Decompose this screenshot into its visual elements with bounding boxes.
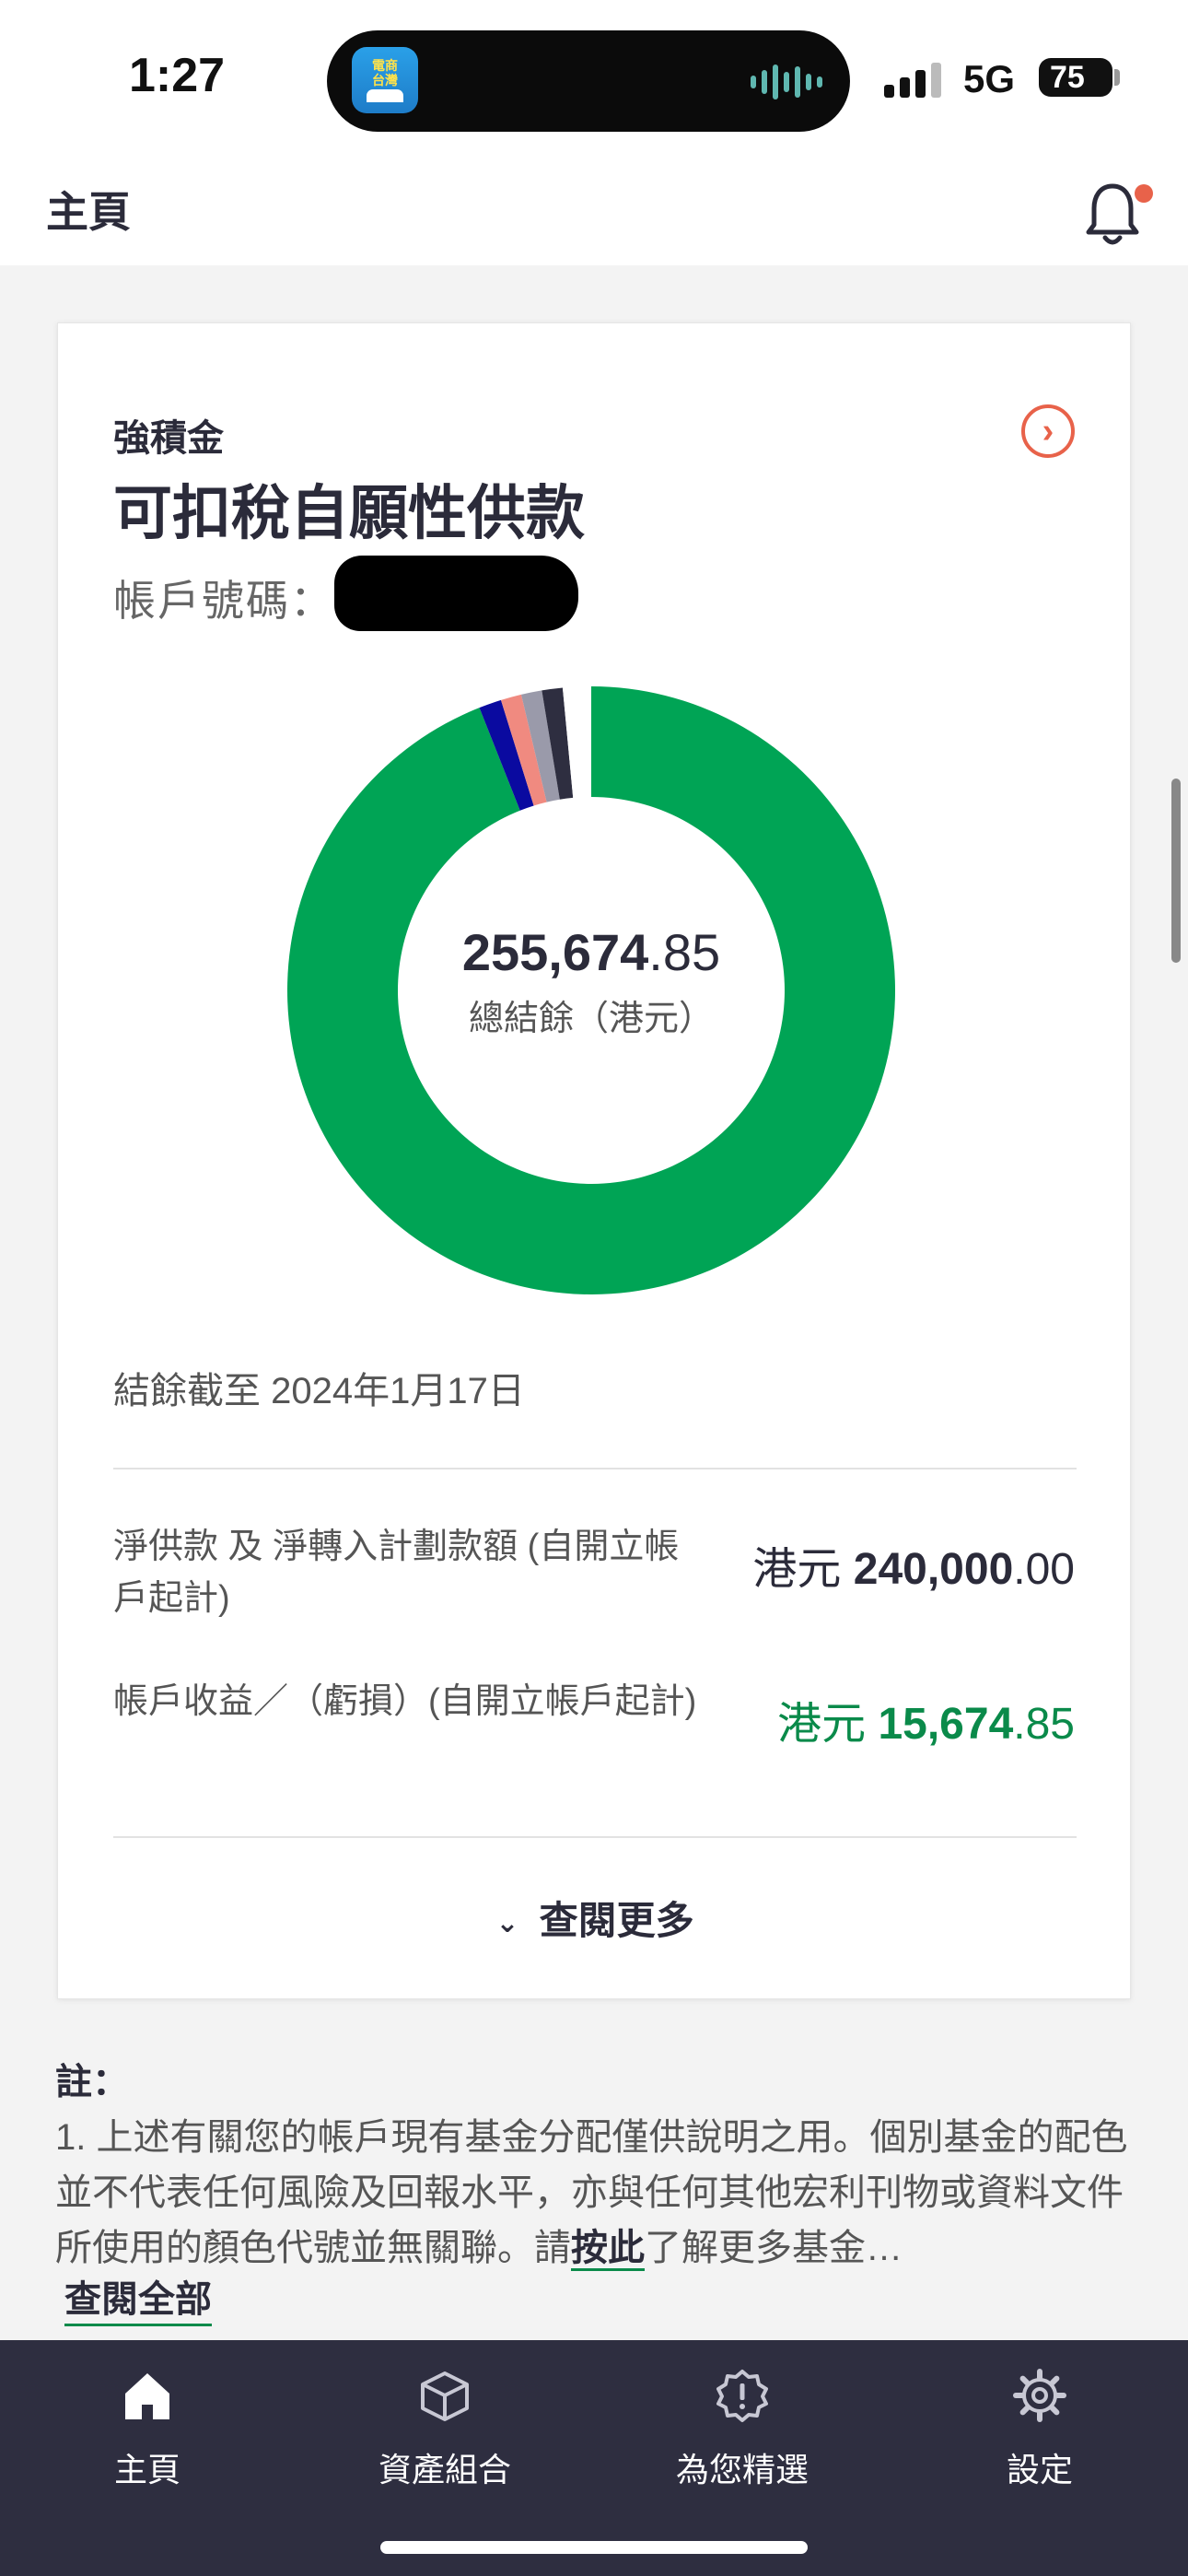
audio-wave-icon: [751, 64, 822, 100]
page-title: 主頁: [46, 188, 131, 236]
account-gain-label: 帳戶收益／（虧損）(自開立帳戶起計): [113, 1682, 697, 1721]
home-indicator[interactable]: [380, 2541, 808, 2554]
net-contribution-value: 港元 240,000.00: [752, 1532, 1075, 1597]
notes-title: 註：: [55, 2062, 129, 2102]
nav-label-home: 主頁: [113, 2451, 181, 2488]
scrollbar[interactable]: [1171, 779, 1181, 963]
cellular-signal-icon: [884, 63, 941, 98]
mpf-account-card[interactable]: 強積金 › 可扣稅自願性供款 帳戶號碼： 255,674.85 總結餘（港元） …: [57, 322, 1131, 1999]
nav-item-settings[interactable]: 設定: [925, 2368, 1155, 2491]
nav-item-portfolio[interactable]: 資產組合: [330, 2368, 560, 2491]
nav-item-home[interactable]: 主頁: [32, 2368, 262, 2491]
divider: [113, 1468, 1077, 1469]
net-contribution-currency: 港元: [752, 1545, 854, 1594]
net-contribution-dec: .00: [1013, 1545, 1075, 1594]
nav-label-for-you: 為您精選: [675, 2451, 809, 2488]
account-gain-value: 港元 15,674.85: [777, 1687, 1075, 1751]
total-balance-int: 255,674: [461, 923, 649, 981]
divider: [113, 1836, 1077, 1838]
view-more-label: 查閱更多: [539, 1899, 694, 1942]
net-contribution-label: 淨供款 及 淨轉入計劃款額 (自開立帳戶起計): [113, 1528, 680, 1618]
network-type: 5G: [963, 57, 1016, 100]
account-number-label: 帳戶號碼：: [113, 577, 334, 625]
chevron-right-circle-icon[interactable]: ›: [1021, 404, 1075, 458]
dynamic-island[interactable]: 電商台灣: [327, 30, 850, 132]
status-time: 1:27: [129, 49, 226, 102]
account-gain-currency: 港元: [777, 1700, 879, 1749]
notification-badge: [1135, 184, 1153, 203]
chevron-down-icon: ⌄: [495, 1908, 519, 1939]
app-header: 主頁: [0, 157, 1188, 265]
scheme-label: 強積金: [113, 418, 224, 459]
nav-label-portfolio: 資產組合: [378, 2451, 511, 2488]
redacted-account-number: [334, 556, 578, 631]
nav-item-for-you[interactable]: 為您精選: [627, 2368, 857, 2491]
island-app-text: 電商台灣: [372, 58, 398, 88]
donut-center: 255,674.85 總結餘（港元）: [287, 922, 895, 1040]
home-icon: [125, 2373, 169, 2419]
nav-label-settings: 設定: [1006, 2451, 1073, 2488]
balance-as-of: 結餘截至 2024年1月17日: [113, 1371, 525, 1411]
account-type-title: 可扣稅自願性供款: [113, 480, 585, 546]
account-gain-int: 15,674: [878, 1700, 1014, 1749]
status-bar: 1:27 電商台灣 5G 75: [0, 0, 1188, 157]
battery-icon: 75: [1039, 58, 1112, 97]
battery-nub: [1114, 69, 1120, 86]
total-balance-label: 總結餘（港元）: [468, 1000, 714, 1038]
total-balance-dec: .85: [648, 923, 721, 981]
island-app-cart: [367, 89, 403, 102]
battery-level: 75: [1050, 59, 1085, 95]
net-contribution-int: 240,000: [853, 1545, 1014, 1594]
click-here-link[interactable]: 按此: [571, 2228, 645, 2271]
account-gain-dec: .85: [1013, 1700, 1075, 1749]
gear-icon: [1013, 2369, 1066, 2422]
badge-alert-icon: [716, 2370, 768, 2422]
total-balance: 255,674.85: [287, 922, 895, 982]
view-more-button[interactable]: ⌄ 查閱更多: [58, 1890, 1132, 1946]
island-app-icon[interactable]: 電商台灣: [352, 47, 418, 113]
notes-text-after: 了解更多基金…: [645, 2228, 903, 2268]
notes-section: 註： 1. 上述有關您的帳戶現有基金分配僅供說明之用。個別基金的配色並不代表任何…: [55, 2055, 1133, 2276]
view-all-link[interactable]: 查閱全部: [64, 2276, 212, 2326]
box-icon: [421, 2371, 469, 2421]
notes-text: 1. 上述有關您的帳戶現有基金分配僅供說明之用。個別基金的配色並不代表任何風險及…: [55, 2110, 1133, 2276]
